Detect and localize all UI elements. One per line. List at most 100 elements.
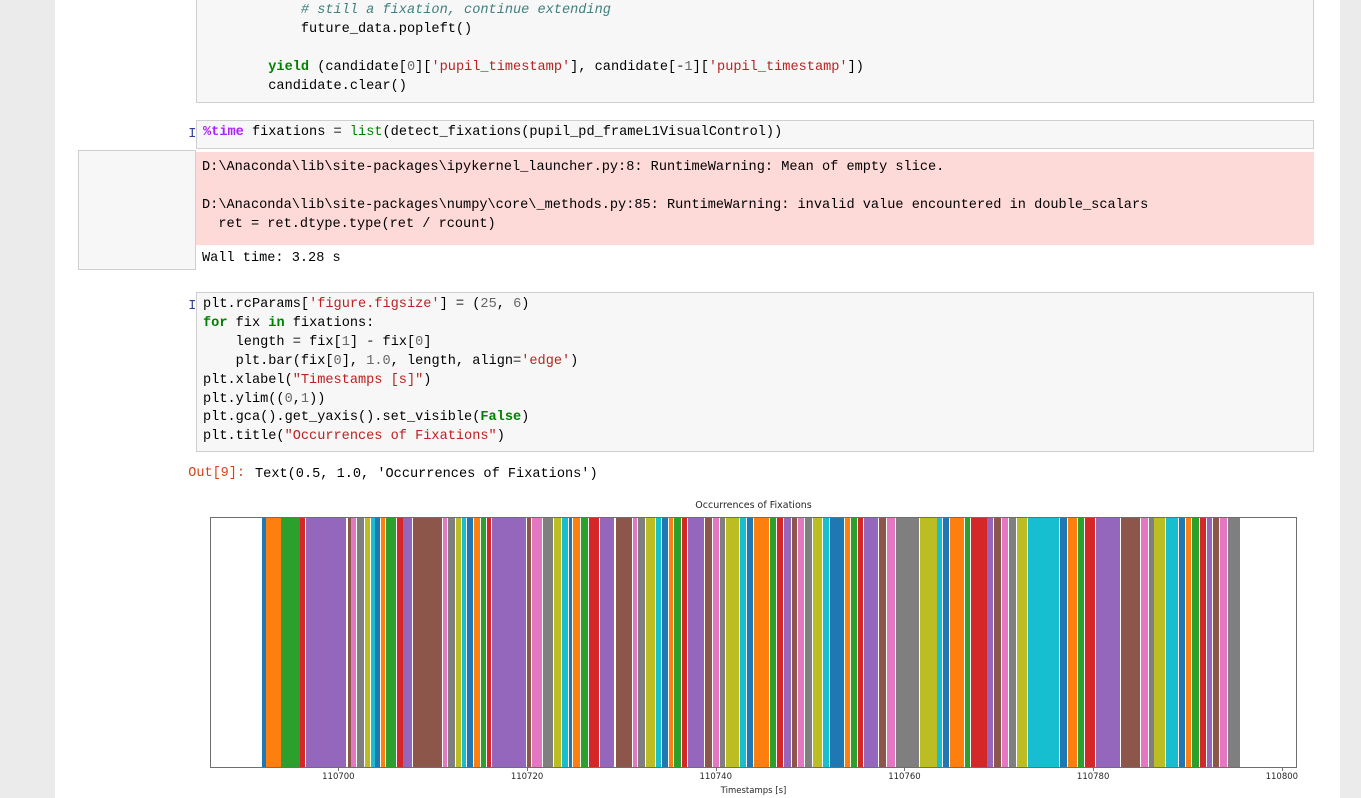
chart-x-tick bbox=[338, 768, 340, 771]
left-page-gutter bbox=[0, 0, 55, 798]
chart-bar bbox=[1028, 518, 1060, 767]
code-line: yield (candidate[0]['pupil_timestamp'], … bbox=[268, 59, 864, 75]
chart-bar bbox=[299, 518, 306, 767]
chart-bar bbox=[456, 518, 462, 767]
chart-x-tick-label: 110740 bbox=[699, 772, 732, 782]
chart-bar bbox=[638, 518, 645, 767]
chart-bar bbox=[792, 518, 797, 767]
chart-bar bbox=[466, 518, 474, 767]
chart-x-tick bbox=[527, 768, 529, 771]
chart-bar bbox=[380, 518, 385, 767]
stderr-output-in8: D:\Anaconda\lib\site-packages\ipykernel_… bbox=[196, 152, 1314, 245]
output-prompt-out9: Out[9]: bbox=[188, 466, 245, 481]
output-text-out9: Text(0.5, 1.0, 'Occurrences of Fixations… bbox=[255, 467, 598, 482]
chart-bar bbox=[527, 518, 531, 767]
chart-bar bbox=[554, 518, 562, 767]
chart-bar bbox=[1009, 518, 1016, 767]
chart-x-tick-label: 110780 bbox=[1076, 772, 1110, 782]
chart-bar bbox=[573, 518, 580, 767]
chart-bar bbox=[943, 518, 949, 767]
chart-bar bbox=[850, 518, 858, 767]
chart-bar bbox=[531, 518, 543, 767]
chart-bar bbox=[1185, 518, 1192, 767]
chart-bar bbox=[632, 518, 638, 767]
code-line: candidate.clear() bbox=[203, 78, 407, 94]
chart-bar bbox=[777, 518, 783, 767]
stdout-output-in8: Wall time: 3.28 s bbox=[202, 251, 341, 266]
chart-x-tick bbox=[1281, 768, 1283, 771]
chart-bar bbox=[964, 518, 971, 767]
chart-bar bbox=[823, 518, 829, 767]
chart-x-tick-label: 110700 bbox=[322, 772, 355, 782]
output-prompt-box-in8 bbox=[78, 150, 196, 270]
chart-bar bbox=[688, 518, 705, 767]
chart-bar bbox=[656, 518, 662, 767]
chart-bar bbox=[674, 518, 681, 767]
code-editor-in8[interactable]: %time fixations = list(detect_fixations(… bbox=[196, 120, 1314, 149]
chart-bar bbox=[895, 518, 919, 767]
matplotlib-figure: Occurrences of Fixations 110700 110720 110… bbox=[210, 500, 1298, 796]
chart-bar bbox=[1207, 518, 1213, 767]
chart-bar bbox=[812, 518, 823, 767]
chart-bar bbox=[937, 518, 943, 767]
chart-bar bbox=[949, 518, 964, 767]
chart-bar bbox=[461, 518, 466, 767]
code-line-in9: plt.xlabel("Timestamps [s]") bbox=[203, 372, 432, 388]
chart-bar bbox=[1212, 518, 1219, 767]
chart-bar bbox=[385, 518, 396, 767]
chart-bar bbox=[886, 518, 895, 767]
chart-bar bbox=[1179, 518, 1185, 767]
chart-bar bbox=[805, 518, 812, 767]
warning-line: ret = ret.dtype.type(ret / rcount) bbox=[202, 217, 496, 232]
warning-line: D:\Anaconda\lib\site-packages\numpy\core… bbox=[202, 198, 1149, 213]
chart-bar bbox=[1228, 518, 1241, 767]
chart-bar bbox=[1192, 518, 1199, 767]
chart-bar bbox=[681, 518, 688, 767]
chart-bar bbox=[858, 518, 863, 767]
chart-bar bbox=[740, 518, 746, 767]
code-line-in9: plt.ylim((0,1)) bbox=[203, 391, 326, 407]
chart-plot-area bbox=[210, 517, 1297, 768]
code-line: future_data.popleft() bbox=[203, 21, 473, 37]
chart-bar bbox=[1199, 518, 1207, 767]
code-line-in8: %time fixations = list(detect_fixations(… bbox=[203, 125, 783, 140]
chart-bar bbox=[357, 518, 364, 767]
chart-bar bbox=[443, 518, 447, 767]
warning-line: D:\Anaconda\lib\site-packages\ipykernel_… bbox=[202, 160, 945, 175]
chart-bar bbox=[265, 518, 281, 767]
chart-bar bbox=[364, 518, 371, 767]
code-editor-top[interactable]: # still a fixation, continue extending f… bbox=[196, 0, 1314, 103]
code-line-in9: plt.bar(fix[0], 1.0, length, align='edge… bbox=[203, 353, 579, 369]
chart-bar bbox=[447, 518, 456, 767]
chart-bar bbox=[661, 518, 668, 767]
chart-x-tick-label: 110760 bbox=[888, 772, 921, 782]
code-line: # still a fixation, continue extending bbox=[300, 3, 611, 18]
chart-x-tick bbox=[715, 768, 717, 771]
chart-x-axis: 110700 110720 110740 110760 110780 110800 Tim… bbox=[210, 768, 1298, 796]
chart-bar bbox=[403, 518, 412, 767]
chart-bar bbox=[474, 518, 480, 767]
chart-bar bbox=[971, 518, 987, 767]
chart-x-tick bbox=[1093, 768, 1095, 771]
chart-bar bbox=[306, 518, 346, 767]
chart-bar bbox=[726, 518, 740, 767]
chart-bar bbox=[589, 518, 599, 767]
code-editor-in9[interactable]: plt.rcParams['figure.figsize'] = (25, 6)… bbox=[196, 292, 1314, 452]
chart-bar bbox=[486, 518, 492, 767]
chart-bar bbox=[797, 518, 805, 767]
chart-x-axis-label: Timestamps [s] bbox=[720, 786, 787, 796]
chart-bar bbox=[1095, 518, 1120, 767]
chart-bar bbox=[845, 518, 850, 767]
chart-title: Occurrences of Fixations bbox=[695, 500, 812, 511]
chart-bar bbox=[1084, 518, 1096, 767]
chart-bar bbox=[863, 518, 879, 767]
chart-bar bbox=[375, 518, 380, 767]
chart-bar bbox=[1067, 518, 1078, 767]
chart-bars bbox=[211, 518, 1296, 767]
chart-bar bbox=[350, 518, 357, 767]
chart-bar bbox=[280, 518, 300, 767]
chart-bar bbox=[1219, 518, 1228, 767]
chart-bar bbox=[754, 518, 769, 767]
chart-bar bbox=[878, 518, 886, 767]
